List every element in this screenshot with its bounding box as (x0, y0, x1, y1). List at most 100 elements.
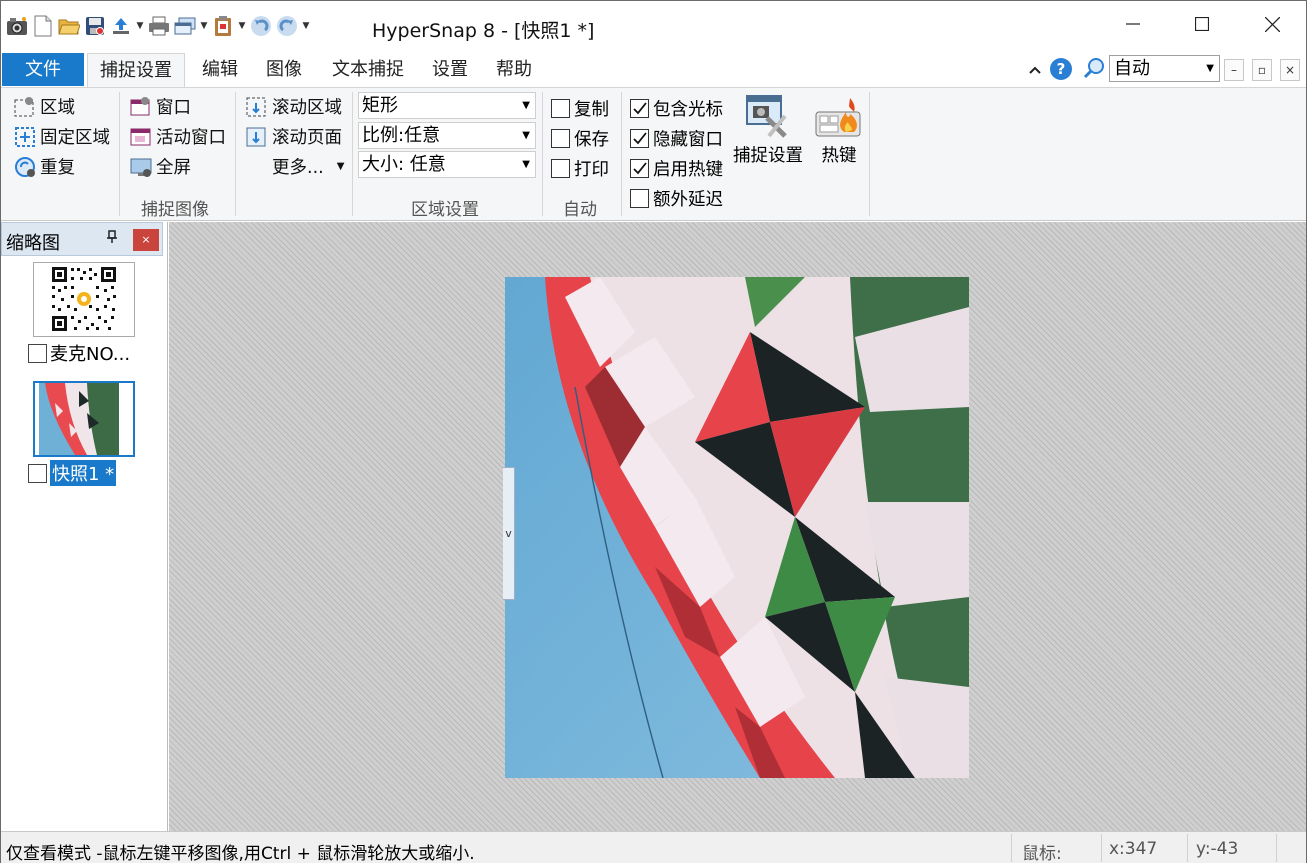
svg-text:?: ? (1057, 60, 1066, 78)
thumbnail-caption[interactable]: 快照1 * (28, 460, 117, 486)
pin-icon[interactable] (106, 230, 118, 248)
chevron-down-icon: ▼ (1206, 63, 1214, 74)
maximize-icon (1195, 17, 1209, 31)
thumbnail-checkbox[interactable] (28, 463, 47, 483)
capture-more-button[interactable]: 更多... ▼ (272, 154, 344, 179)
checkmark-icon (630, 129, 649, 148)
qr-code-image (34, 263, 134, 336)
open-folder-icon[interactable] (57, 13, 81, 39)
collapse-ribbon-icon[interactable] (1028, 62, 1042, 81)
tab-capture-settings[interactable]: 捕捉设置 (87, 53, 185, 87)
zoom-value: 自动 (1114, 58, 1150, 79)
multi-window-dropdown-icon[interactable]: ▼ (199, 21, 209, 31)
hide-window-checkbox[interactable]: 隐藏窗口 (630, 126, 723, 151)
panel-close-icon[interactable]: × (133, 229, 159, 251)
image-canvas[interactable]: v (169, 222, 1306, 831)
file-menu-button[interactable]: 文件 (2, 53, 84, 86)
checkbox-box (630, 189, 649, 208)
upload-icon[interactable] (109, 13, 133, 39)
enable-hotkeys-checkbox[interactable]: 启用热键 (630, 156, 723, 181)
ribbon-divider (621, 92, 622, 216)
camera-icon[interactable] (5, 13, 29, 39)
checkbox-box (551, 159, 570, 178)
doc-minimize-button[interactable]: – (1224, 59, 1244, 81)
print-icon[interactable] (147, 13, 171, 39)
capture-repeat-label: 重复 (40, 158, 75, 178)
capture-window-button[interactable]: 窗口 (129, 94, 191, 119)
mouse-y: y:-43 (1196, 839, 1239, 859)
mouse-x: x:347 (1109, 839, 1158, 859)
clipboard-dropdown-icon[interactable]: ▼ (237, 21, 247, 31)
capture-region-button[interactable]: 区域 (13, 94, 75, 119)
auto-copy-label: 复制 (574, 100, 609, 120)
capture-settings-icon (746, 95, 787, 138)
thumbnail-panel-title: 缩略图 (6, 233, 60, 254)
capture-fixed-region-button[interactable]: 固定区域 (13, 124, 110, 149)
maximize-button[interactable] (1167, 1, 1237, 47)
hotkeys-icon (815, 98, 861, 137)
doc-restore-button[interactable]: ▫ (1252, 59, 1272, 81)
zoom-select[interactable]: 自动 ▼ (1109, 55, 1220, 82)
minimize-icon (1126, 23, 1140, 25)
fixed-region-icon (13, 125, 37, 149)
shape-value: 矩形 (362, 95, 398, 116)
status-divider (1101, 834, 1102, 862)
ribbon-divider (119, 92, 120, 216)
capture-fullscreen-label: 全屏 (156, 158, 191, 178)
zoom-icon[interactable] (1082, 56, 1106, 84)
quick-access-toolbar: ▼ ▼ ▼ ▼ (5, 13, 311, 39)
shape-select[interactable]: 矩形 ▼ (358, 92, 536, 119)
multi-window-icon[interactable] (173, 13, 197, 39)
tab-edit[interactable]: 编辑 (193, 53, 247, 86)
window-capture-icon (129, 95, 153, 119)
tab-help[interactable]: 帮助 (487, 53, 541, 86)
help-icon[interactable]: ? (1049, 57, 1073, 85)
capture-fullscreen-button[interactable]: 全屏 (129, 154, 191, 179)
clipboard-icon[interactable] (211, 13, 235, 39)
tab-text-capture[interactable]: 文本捕捉 (323, 53, 413, 86)
hotkeys-button[interactable]: 热键 (814, 92, 864, 167)
capture-region-label: 区域 (40, 98, 75, 118)
thumbnail-panel-header: 缩略图 × (1, 222, 163, 256)
active-window-icon (129, 125, 153, 149)
region-capture-icon (13, 95, 37, 119)
capture-fixed-region-label: 固定区域 (40, 128, 110, 148)
capture-repeat-button[interactable]: 重复 (13, 154, 75, 179)
tab-settings[interactable]: 设置 (423, 53, 477, 86)
thumbnail-checkbox[interactable] (28, 343, 47, 363)
size-select[interactable]: 大小: 任意 ▼ (358, 151, 536, 178)
undo-icon[interactable] (249, 13, 273, 39)
save-icon[interactable] (83, 13, 107, 39)
thumbnail-qr[interactable] (33, 262, 135, 337)
ratio-select[interactable]: 比例:任意 ▼ (358, 122, 536, 149)
captured-image[interactable] (505, 277, 969, 778)
tab-image[interactable]: 图像 (257, 53, 311, 86)
auto-save-checkbox[interactable]: 保存 (551, 126, 609, 151)
doc-close-button[interactable]: × (1280, 59, 1300, 81)
capture-scroll-region-label: 滚动区域 (272, 98, 342, 118)
customize-icon[interactable]: ▼ (301, 21, 311, 31)
new-file-icon[interactable] (31, 13, 55, 39)
upload-dropdown-icon[interactable]: ▼ (135, 21, 145, 31)
redo-icon[interactable] (275, 13, 299, 39)
status-bar: 仅查看模式 -鼠标左键平移图像,用Ctrl + 鼠标滑轮放大或缩小. 鼠标: x… (1, 831, 1306, 863)
thumbnail-snapshot[interactable] (33, 381, 135, 457)
extra-delay-checkbox[interactable]: 额外延迟 (630, 186, 723, 211)
include-cursor-label: 包含光标 (653, 100, 723, 120)
auto-copy-checkbox[interactable]: 复制 (551, 96, 609, 121)
auto-print-checkbox[interactable]: 打印 (551, 156, 609, 181)
capture-active-window-button[interactable]: 活动窗口 (129, 124, 226, 149)
expand-handle[interactable]: v (503, 467, 515, 600)
thumbnail-caption[interactable]: 麦克NO... (28, 340, 130, 366)
include-cursor-checkbox[interactable]: 包含光标 (630, 96, 723, 121)
chevron-down-icon: v (505, 527, 512, 540)
fullscreen-icon (129, 155, 153, 179)
ratio-value: 比例:任意 (362, 125, 441, 146)
minimize-button[interactable] (1098, 1, 1168, 47)
capture-scroll-region-button[interactable]: 滚动区域 (245, 94, 342, 119)
chevron-down-icon: ▼ (336, 161, 345, 172)
capture-settings-button[interactable]: 捕捉设置 (733, 92, 803, 167)
close-button[interactable] (1237, 1, 1307, 47)
thumbnail-caption-text: 快照1 * (50, 460, 117, 486)
capture-scroll-page-button[interactable]: 滚动页面 (245, 124, 342, 149)
